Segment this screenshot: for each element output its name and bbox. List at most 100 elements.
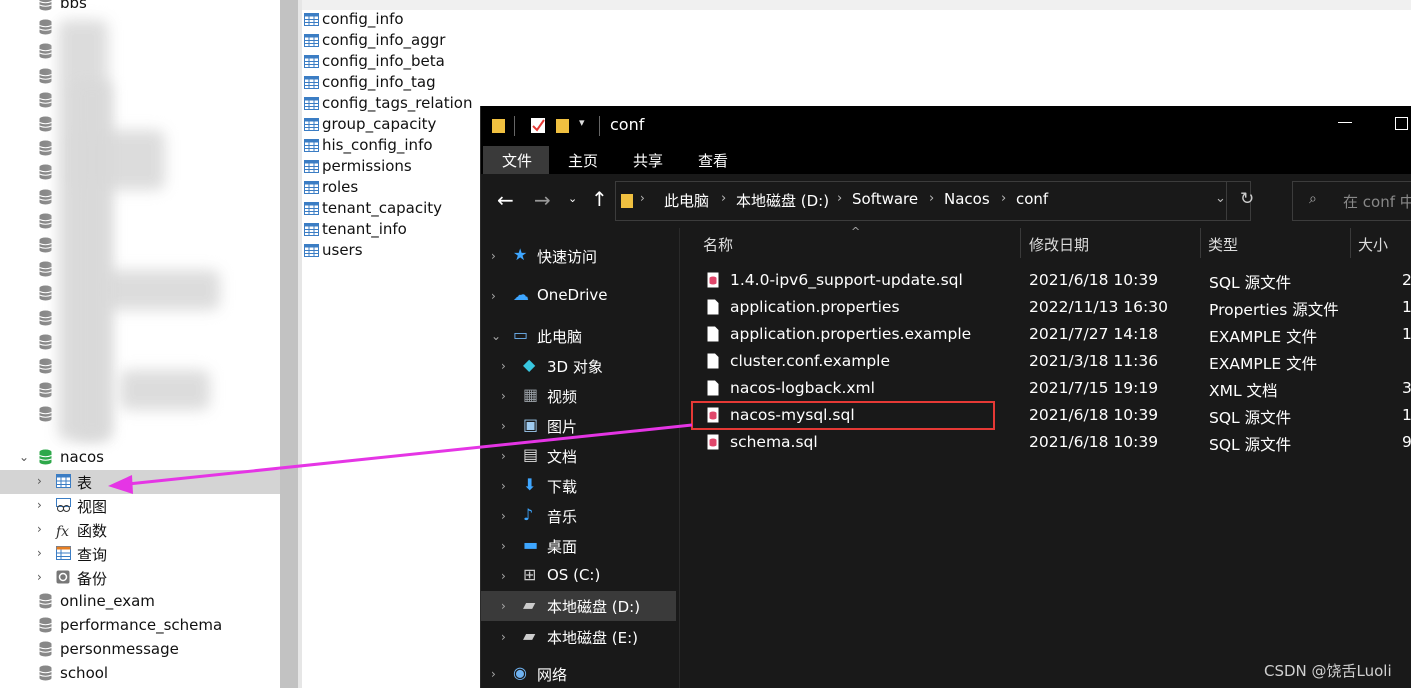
nav-item[interactable]: › ★ 快速访问 xyxy=(481,241,676,271)
window-title: conf xyxy=(610,115,645,134)
chevron-right-icon[interactable]: › xyxy=(837,191,842,206)
chevron-right-icon[interactable]: › xyxy=(501,538,513,554)
nav-item[interactable]: › ♪ 音乐 xyxy=(481,501,676,531)
chevron-right-icon[interactable]: › xyxy=(1001,191,1006,206)
tree-db-item[interactable]: personmessage xyxy=(0,638,280,662)
chevron-right-icon[interactable]: › xyxy=(491,666,503,682)
tree-nacos-child[interactable]: › 查询 xyxy=(0,542,280,566)
tree-db-item[interactable] xyxy=(0,210,280,234)
tree-nacos-child[interactable]: › 视图 xyxy=(0,494,280,518)
column-header-date[interactable]: 修改日期 xyxy=(1029,234,1089,255)
tab-home[interactable]: 主页 xyxy=(568,150,598,174)
chevron-right-icon[interactable]: › xyxy=(501,448,513,464)
tree-db-item[interactable] xyxy=(0,16,280,40)
chevron-down-icon[interactable]: ⌄ xyxy=(19,449,31,465)
file-size: 1( xyxy=(1402,325,1411,343)
chevron-right-icon[interactable]: › xyxy=(501,418,513,434)
tree-db-item[interactable] xyxy=(0,307,280,331)
tree-scrollbar[interactable] xyxy=(280,0,298,688)
quick-access-dropdown-icon[interactable]: ▾ xyxy=(579,116,585,129)
properties-icon[interactable] xyxy=(530,116,546,134)
column-header-type[interactable]: 类型 xyxy=(1208,234,1238,255)
file-date: 2021/3/18 11:36 xyxy=(1029,352,1159,370)
tree-db-item[interactable]: performance_schema xyxy=(0,614,280,638)
nav-item[interactable]: › ▦ 视频 xyxy=(481,381,676,411)
file-row[interactable]: application.properties 2022/11/13 16:30 Pr… xyxy=(691,294,1411,321)
chevron-right-icon[interactable]: › xyxy=(37,545,49,561)
tree-db-item[interactable] xyxy=(0,40,280,64)
file-row[interactable]: nacos-logback.xml 2021/7/15 19:19 XML 文档 3 xyxy=(691,375,1411,402)
chevron-right-icon[interactable]: › xyxy=(37,473,49,489)
file-row[interactable]: 1.4.0-ipv6_support-update.sql 2021/6/18 1… xyxy=(691,267,1411,294)
chevron-right-icon[interactable]: › xyxy=(501,568,513,584)
chevron-right-icon[interactable]: › xyxy=(501,598,513,614)
chevron-right-icon[interactable]: › xyxy=(37,569,49,585)
tree-nacos-child[interactable]: › 表 xyxy=(0,470,280,494)
nav-item[interactable]: › ⬇ 下载 xyxy=(481,471,676,501)
refresh-icon[interactable]: ↻ xyxy=(1240,189,1254,209)
nav-item[interactable]: › ▣ 图片 xyxy=(481,411,676,441)
column-header-name[interactable]: 名称 xyxy=(703,234,733,255)
file-icon xyxy=(707,299,719,315)
tab-file[interactable]: 文件 xyxy=(502,150,532,174)
music-icon: ♪ xyxy=(523,505,534,524)
tab-share[interactable]: 共享 xyxy=(633,150,663,174)
nav-item[interactable]: › ◉ 网络 xyxy=(481,659,676,688)
nav-item[interactable]: › ☁ OneDrive xyxy=(481,281,676,311)
chevron-right-icon[interactable]: › xyxy=(501,629,513,645)
forward-icon[interactable]: → xyxy=(534,188,551,212)
new-folder-icon[interactable] xyxy=(556,117,570,134)
chevron-right-icon[interactable]: › xyxy=(501,388,513,404)
chevron-right-icon[interactable]: › xyxy=(721,191,726,206)
breadcrumb-software[interactable]: Software xyxy=(852,190,918,208)
tree-db-item[interactable]: online_exam xyxy=(0,590,280,614)
minimize-icon[interactable] xyxy=(1338,122,1352,123)
up-icon[interactable]: ↑ xyxy=(591,187,608,211)
tree-db-item[interactable]: bbs xyxy=(0,0,280,16)
search-box[interactable]: ⌕ 在 conf 中 xyxy=(1292,181,1411,221)
tree-db-item[interactable]: school xyxy=(0,662,280,686)
file-row[interactable]: cluster.conf.example 2021/3/18 11:36 EXAMP… xyxy=(691,348,1411,375)
chevron-right-icon[interactable]: › xyxy=(37,497,49,513)
tree-db-item[interactable] xyxy=(0,89,280,113)
file-row[interactable]: schema.sql 2021/6/18 10:39 SQL 源文件 9 xyxy=(691,429,1411,456)
tree-nacos-child[interactable]: › 备份 xyxy=(0,566,280,590)
chevron-right-icon[interactable]: › xyxy=(491,248,503,264)
chevron-right-icon[interactable]: › xyxy=(501,358,513,374)
database-icon xyxy=(39,164,52,180)
recent-locations-icon[interactable]: ⌄ xyxy=(568,192,577,205)
maximize-icon[interactable] xyxy=(1395,117,1408,130)
tree-db-item[interactable] xyxy=(0,65,280,89)
chevron-right-icon[interactable]: › xyxy=(37,521,49,537)
pane-splitter[interactable] xyxy=(679,228,680,688)
nav-item[interactable]: › ▰ 本地磁盘 (D:) xyxy=(481,591,676,621)
nav-item[interactable]: › ▬ 桌面 xyxy=(481,531,676,561)
back-icon[interactable]: ← xyxy=(497,188,514,212)
tree-db-item[interactable] xyxy=(0,331,280,355)
tree-db-nacos[interactable]: ⌄ nacos xyxy=(0,446,280,470)
nav-item[interactable]: › ⊞ OS (C:) xyxy=(481,561,676,591)
chevron-right-icon[interactable]: › xyxy=(929,191,934,206)
file-size: 1 xyxy=(1402,406,1411,424)
tree-db-item[interactable] xyxy=(0,234,280,258)
breadcrumb-nacos[interactable]: Nacos xyxy=(944,190,990,208)
tab-view[interactable]: 查看 xyxy=(698,150,728,174)
chevron-right-icon[interactable]: › xyxy=(501,508,513,524)
chevron-down-icon[interactable]: ⌄ xyxy=(1215,191,1226,206)
nav-item[interactable]: ⌄ ▭ 此电脑 xyxy=(481,321,676,351)
breadcrumb-this-pc[interactable]: 此电脑 xyxy=(664,190,709,211)
chevron-down-icon[interactable]: ⌄ xyxy=(491,328,503,344)
chevron-right-icon[interactable]: › xyxy=(501,478,513,494)
tree-nacos-child[interactable]: › fx 函数 xyxy=(0,518,280,542)
nav-item[interactable]: › ▰ 本地磁盘 (E:) xyxy=(481,622,676,652)
breadcrumb-drive-d[interactable]: 本地磁盘 (D:) xyxy=(736,190,829,211)
chevron-right-icon[interactable]: › xyxy=(491,288,503,304)
nav-item-label: 快速访问 xyxy=(537,248,598,266)
nav-item-label: 本地磁盘 (D:) xyxy=(547,598,641,616)
nav-item[interactable]: › ◆ 3D 对象 xyxy=(481,351,676,381)
nav-item[interactable]: › ▤ 文档 xyxy=(481,441,676,471)
column-header-size[interactable]: 大小 xyxy=(1358,234,1388,255)
document-icon: ▤ xyxy=(523,445,539,464)
file-row[interactable]: application.properties.example 2021/7/27 … xyxy=(691,321,1411,348)
breadcrumb-conf[interactable]: conf xyxy=(1016,190,1048,208)
